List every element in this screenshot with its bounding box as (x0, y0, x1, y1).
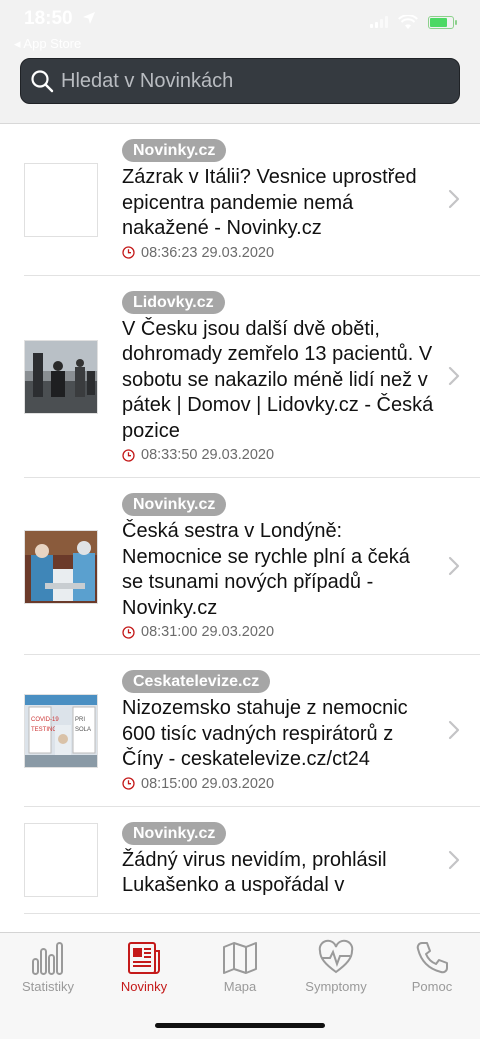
location-arrow-icon (83, 12, 95, 24)
chevron-right-icon (448, 190, 460, 209)
tab-label: Statistiky (21, 979, 74, 994)
news-meta: 08:36:23 29.03.2020 (122, 245, 434, 261)
tab-bar: Statistiky Novinky Mapa Symptomy Pomoc (0, 932, 480, 1039)
news-content: Ceskatelevize.cz Nizozemsko stahuje z nem… (122, 670, 480, 792)
cellular-signal-icon (370, 16, 388, 28)
news-thumbnail (24, 529, 98, 604)
tab-label: Mapa (223, 979, 257, 994)
newspaper-icon (128, 942, 160, 974)
heart-pulse-icon (318, 939, 354, 974)
screen: 18:50 ◂ App Store Hledat v Novinkách Nov… (0, 0, 480, 1039)
status-bar: 18:50 ◂ App Store (0, 0, 480, 51)
tab-novinky[interactable]: Novinky (96, 939, 192, 994)
news-item[interactable]: Novinky.cz Česká sestra v Londýně: Nemocn… (24, 478, 480, 655)
news-timestamp: 08:33:50 29.03.2020 (141, 447, 275, 463)
news-title: Nizozemsko stahuje z nemocnic 600 tisíc … (122, 697, 408, 770)
chevron-right-icon (448, 367, 460, 386)
home-indicator (155, 1023, 325, 1028)
chevron-right-icon (448, 850, 460, 869)
tab-statistiky[interactable]: Statistiky (0, 939, 96, 994)
news-timestamp: 08:31:00 29.03.2020 (141, 624, 275, 640)
news-content: Novinky.cz Česká sestra v Londýně: Nemocn… (122, 493, 480, 640)
battery-level (430, 17, 447, 27)
svg-text:PRI: PRI (75, 717, 85, 723)
news-thumbnail (24, 823, 98, 897)
news-content: Lidovky.cz V Česku jsou další dvě oběti, … (122, 290, 480, 463)
phone-icon (416, 942, 448, 974)
news-list[interactable]: Novinky.cz Zázrak v Itálii? Vesnice upros… (0, 124, 480, 932)
tab-pomoc[interactable]: Pomoc (384, 939, 480, 994)
news-item[interactable]: Novinky.cz Žádný virus nevidím, prohlásil… (24, 807, 480, 914)
source-badge: Novinky.cz (122, 493, 227, 516)
news-title: Zázrak v Itálii? Vesnice uprostřed epice… (122, 166, 417, 239)
svg-text:SOLA: SOLA (75, 727, 91, 733)
news-title: Žádný virus nevidím, prohlásil Lukašenko… (122, 848, 387, 897)
news-item[interactable]: Lidovky.cz V Česku jsou další dvě oběti, … (24, 276, 480, 478)
search-bar[interactable] (20, 58, 460, 104)
news-title: V Česku jsou další dvě oběti, dohromady … (122, 317, 434, 442)
news-meta: 08:33:50 29.03.2020 (122, 447, 434, 463)
news-timestamp: 08:36:23 29.03.2020 (141, 244, 275, 261)
news-title: Česká sestra v Londýně: Nemocnice se ryc… (122, 520, 410, 619)
battery-icon (428, 15, 457, 29)
source-badge: Novinky.cz (122, 821, 227, 845)
system-icons (370, 14, 457, 30)
news-item[interactable]: COVID-19 TESTING PRI SOLA Ceskatelevize.cz Ni… (24, 655, 480, 807)
news-thumbnail: COVID-19 TESTING PRI SOLA (24, 693, 98, 768)
news-content: Novinky.cz Zázrak v Itálii? Vesnice upros… (122, 139, 480, 261)
news-timestamp: 08:15:00 29.03.2020 (141, 775, 275, 792)
svg-text:TESTING: TESTING (31, 727, 57, 733)
source-badge: Lidovky.cz (122, 290, 225, 314)
source-badge: Novinky.cz (122, 139, 227, 162)
news-thumbnail (24, 339, 98, 414)
tab-symptomy[interactable]: Symptomy (288, 939, 384, 994)
chevron-right-icon (448, 556, 460, 576)
news-thumbnail (24, 162, 98, 237)
clock-icon (122, 625, 135, 639)
svg-text:COVID-19: COVID-19 (31, 717, 59, 723)
tab-label: Pomoc (411, 979, 453, 994)
clock-icon (122, 448, 135, 462)
status-time: 18:50 (24, 8, 73, 29)
bar-chart-icon (32, 942, 63, 975)
search-input[interactable] (61, 69, 459, 93)
search-icon (31, 70, 54, 93)
tab-mapa[interactable]: Mapa (192, 939, 288, 994)
source-badge: Ceskatelevize.cz (122, 670, 271, 693)
header: 18:50 ◂ App Store (0, 0, 480, 124)
news-item[interactable]: Novinky.cz Zázrak v Itálii? Vesnice upros… (24, 124, 480, 276)
back-to-app-store-link[interactable]: ◂ App Store (14, 36, 81, 52)
map-icon (223, 942, 257, 974)
tab-label: Symptomy (305, 979, 367, 994)
clock-icon (122, 777, 135, 790)
chevron-right-icon (448, 721, 460, 740)
news-meta: 08:31:00 29.03.2020 (122, 624, 434, 640)
clock-icon (122, 246, 135, 259)
news-meta: 08:15:00 29.03.2020 (122, 776, 434, 792)
news-content: Novinky.cz Žádný virus nevidím, prohlásil… (122, 821, 480, 899)
wifi-icon (398, 14, 418, 29)
tab-label: Novinky (120, 979, 168, 994)
